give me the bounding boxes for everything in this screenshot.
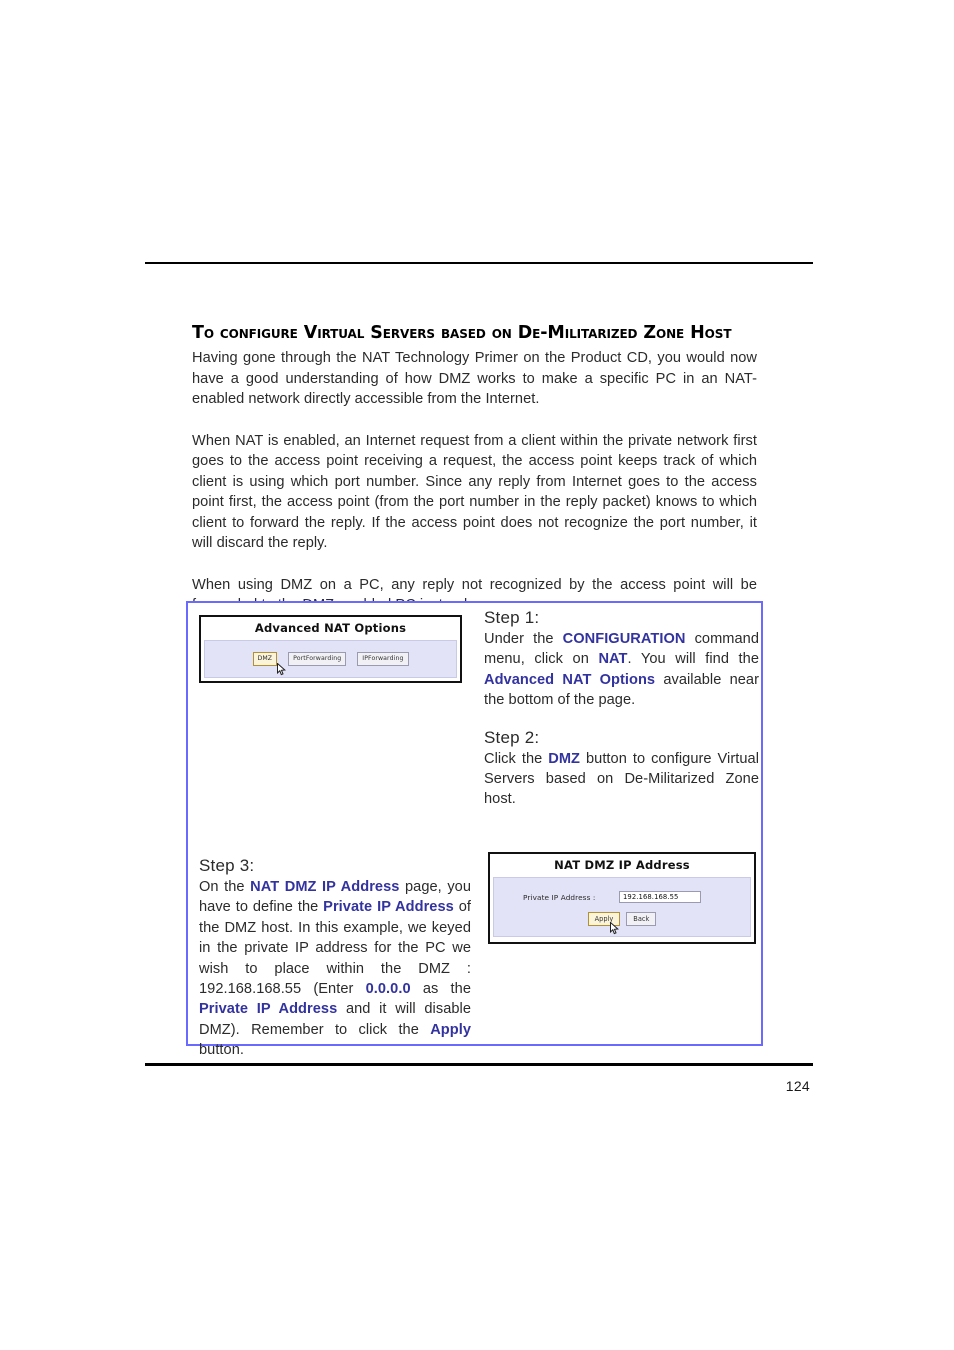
body-text: Click the [484, 750, 549, 767]
ip-forwarding-button[interactable]: IPForwarding [357, 652, 409, 666]
nat-dmz-ip-address-title: NAT DMZ IP Address [490, 854, 754, 876]
emphasis-text: DMZ [548, 750, 581, 767]
paragraph-2: When NAT is enabled, an Internet request… [192, 432, 757, 552]
page-number: 124 [785, 1078, 810, 1094]
body-text: Under the [484, 631, 563, 647]
private-ip-address-row: Private IP Address : 192.168.168.55 [494, 878, 750, 903]
body-text: . You will find the [627, 651, 759, 668]
paragraph-1: Having gone through the NAT Technology P… [192, 350, 757, 407]
emphasis-text: NAT [598, 651, 628, 668]
emphasis-text: Advanced NAT Options [484, 671, 656, 688]
advanced-nat-options-panel: DMZ PortForwarding IPForwarding [204, 640, 457, 678]
step-1-block: Step 1: Under the CONFIGURATION command … [484, 608, 759, 711]
footer-rule [145, 1063, 813, 1066]
private-ip-address-label: Private IP Address : [523, 892, 596, 902]
steps-1-2-column: Step 1: Under the CONFIGURATION command … [484, 608, 759, 810]
nat-dmz-ip-address-screenshot: NAT DMZ IP Address Private IP Address : … [488, 852, 756, 944]
advanced-nat-options-screenshot: Advanced NAT Options DMZ PortForwarding … [199, 615, 462, 683]
step-3-block: Step 3: On the NAT DMZ IP Address page, … [199, 856, 471, 1061]
nat-dmz-ip-address-panel: Private IP Address : 192.168.168.55 Appl… [493, 877, 751, 937]
step-3-text: On the NAT DMZ IP Address page, you have… [199, 877, 471, 1061]
port-forwarding-button[interactable]: PortForwarding [288, 652, 347, 666]
back-button[interactable]: Back [626, 912, 657, 926]
nat-dmz-ip-address-figure: NAT DMZ IP Address Private IP Address : … [488, 852, 758, 944]
step-2-block: Step 2: Click the DMZ button to configur… [484, 728, 759, 810]
step-2-text: Click the DMZ button to configure Virtua… [484, 749, 759, 810]
body-text: On the [199, 879, 251, 895]
page-title: To configure Virtual Servers based on De… [192, 322, 732, 343]
nat-dmz-button-row: Apply Back [494, 912, 750, 926]
emphasis-text: Private IP Address [323, 899, 454, 916]
header-rule [145, 262, 813, 264]
advanced-nat-options-figure: Advanced NAT Options DMZ PortForwarding … [199, 615, 484, 683]
apply-button[interactable]: Apply [587, 912, 621, 926]
dmz-button[interactable]: DMZ [252, 652, 278, 666]
step-2-title: Step 2: [484, 727, 540, 747]
emphasis-text: NAT DMZ IP Address [250, 879, 400, 895]
step-1-text: Under the CONFIGURATION command menu, cl… [484, 629, 759, 711]
steps-illustration-box: Advanced NAT Options DMZ PortForwarding … [186, 601, 763, 1058]
private-ip-address-input[interactable]: 192.168.168.55 [619, 891, 701, 903]
body-text-column: Having gone through the NAT Technology P… [192, 348, 757, 616]
step-3-title: Step 3: [199, 856, 255, 875]
emphasis-text: Private IP Address [199, 1001, 338, 1018]
body-text: as the [410, 981, 471, 998]
emphasis-text: Apply [430, 1021, 471, 1038]
document-page: To configure Virtual Servers based on De… [0, 0, 954, 1350]
body-text: button. [199, 1042, 244, 1059]
emphasis-text: 0.0.0.0 [365, 981, 411, 998]
emphasis-text: CONFIGURATION [562, 631, 686, 647]
step-1-title: Step 1: [484, 608, 540, 627]
advanced-nat-options-title: Advanced NAT Options [201, 617, 460, 639]
